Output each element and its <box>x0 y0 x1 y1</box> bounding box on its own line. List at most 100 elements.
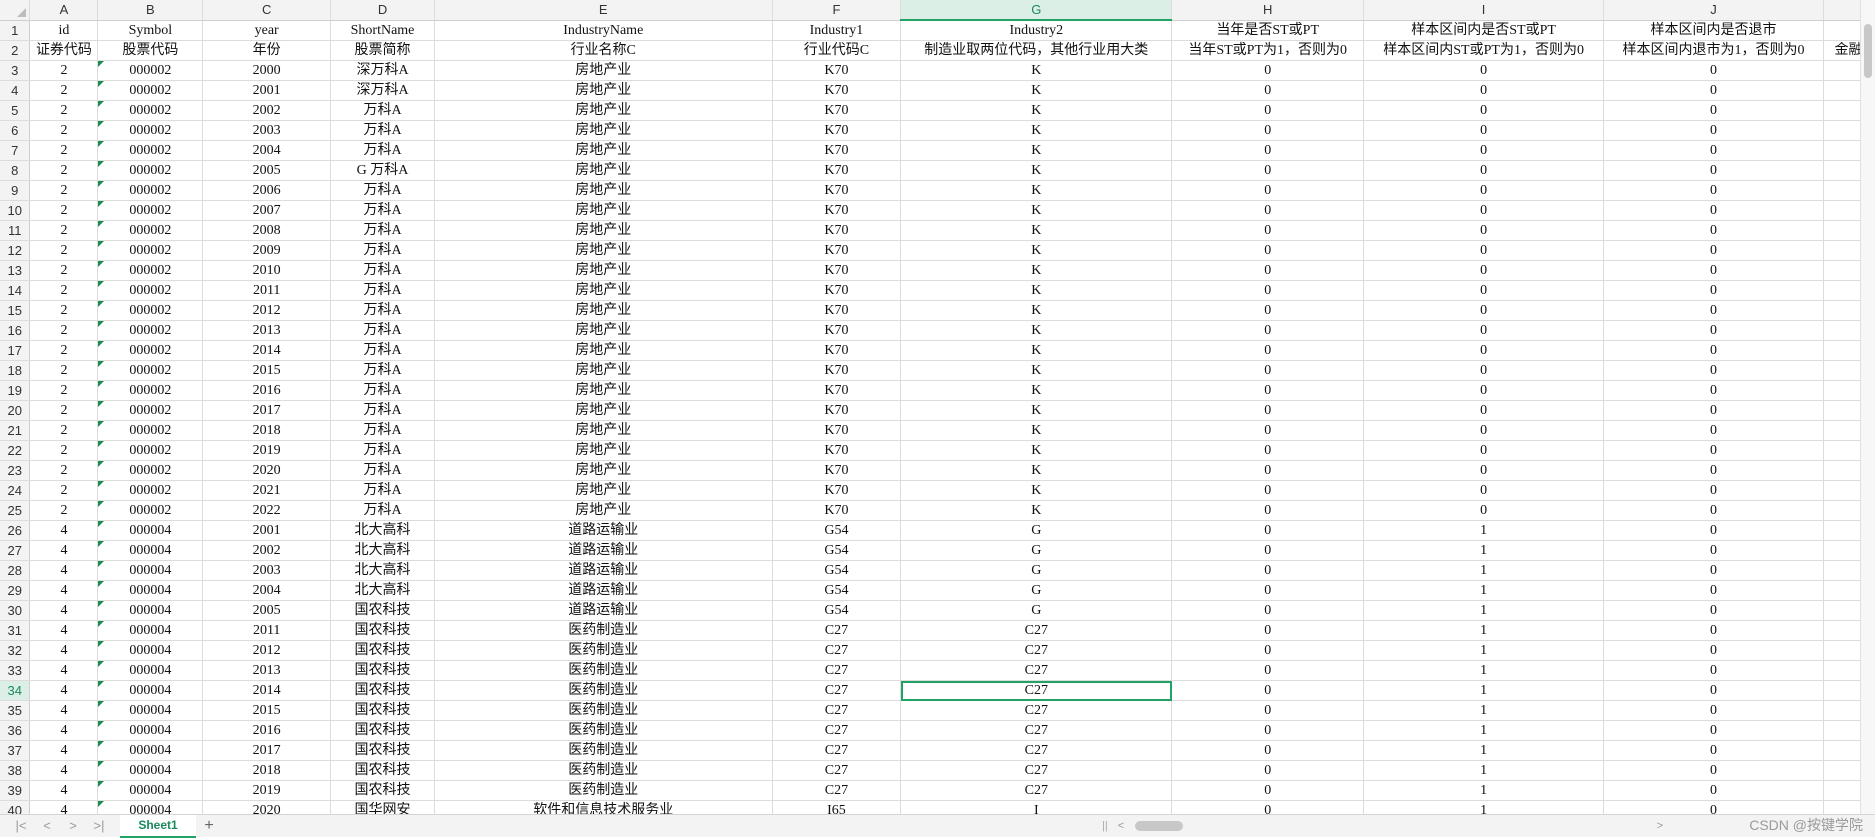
row-header[interactable]: 39 <box>0 780 31 801</box>
cell-j[interactable]: 0 <box>1603 760 1824 781</box>
cell-industry[interactable]: 道路运输业 <box>434 520 773 541</box>
cell-j[interactable]: 0 <box>1603 480 1824 501</box>
prev-sheet-button[interactable]: < <box>36 816 58 836</box>
cell-industry[interactable]: 房地产业 <box>434 240 773 261</box>
cell-short[interactable]: 万科A <box>330 100 435 121</box>
scroll-split-handle[interactable]: || <box>1102 819 1108 833</box>
cell-industry[interactable]: 道路运输业 <box>434 580 773 601</box>
cell-j[interactable]: 0 <box>1603 280 1824 301</box>
cell-j[interactable]: 0 <box>1603 800 1824 814</box>
cell-symbol[interactable]: 000002 <box>97 440 204 461</box>
cell-h[interactable]: 0 <box>1171 220 1365 241</box>
horizontal-scroll-thumb[interactable] <box>1135 821 1183 831</box>
cell-h[interactable]: 0 <box>1171 580 1365 601</box>
cell-h[interactable]: 0 <box>1171 320 1365 341</box>
cell-industry[interactable]: 房地产业 <box>434 160 773 181</box>
cell-j[interactable]: 0 <box>1603 80 1824 101</box>
cell-year[interactable]: 2010 <box>202 260 332 281</box>
row-header[interactable]: 37 <box>0 740 31 761</box>
cell-id[interactable]: 2 <box>29 240 99 261</box>
cell-j[interactable]: 0 <box>1603 240 1824 261</box>
cell-year[interactable]: 2005 <box>202 160 332 181</box>
column-header-e[interactable]: E <box>434 0 773 21</box>
cell-ind1[interactable]: C27 <box>772 700 902 721</box>
cell-industry[interactable]: 医药制造业 <box>434 620 773 641</box>
cell-symbol[interactable]: 000004 <box>97 640 204 661</box>
cell-h[interactable]: 0 <box>1171 700 1365 721</box>
cell-id[interactable]: 4 <box>29 760 99 781</box>
cell-i[interactable]: 0 <box>1363 160 1605 181</box>
cell-i[interactable]: 1 <box>1363 700 1605 721</box>
cell-ind1[interactable]: G54 <box>772 600 902 621</box>
cell-j[interactable]: 0 <box>1603 360 1824 381</box>
cell-short[interactable]: 万科A <box>330 180 435 201</box>
cell-year[interactable]: 2013 <box>202 320 332 341</box>
cell-ind1[interactable]: K70 <box>772 60 902 81</box>
vertical-scroll-thumb[interactable] <box>1864 24 1872 78</box>
cell-id[interactable]: 4 <box>29 540 99 561</box>
cell-j[interactable]: 0 <box>1603 100 1824 121</box>
cell-symbol[interactable]: 000002 <box>97 80 204 101</box>
row-header[interactable]: 36 <box>0 720 31 741</box>
cell-industry[interactable]: 医药制造业 <box>434 740 773 761</box>
cell-ind2[interactable]: Industry2 <box>900 20 1173 41</box>
cell-short[interactable]: 北大高科 <box>330 540 435 561</box>
cell-industry[interactable]: 房地产业 <box>434 60 773 81</box>
cell-ind2[interactable]: K <box>900 200 1173 221</box>
cell-short[interactable]: 国农科技 <box>330 680 435 701</box>
cell-j[interactable]: 0 <box>1603 660 1824 681</box>
cell-j[interactable]: 0 <box>1603 320 1824 341</box>
row-header[interactable]: 26 <box>0 520 31 541</box>
row-header[interactable]: 34 <box>0 680 31 701</box>
cell-year[interactable]: year <box>202 20 332 41</box>
cell-symbol[interactable]: 000002 <box>97 120 204 141</box>
cell-short[interactable]: 国农科技 <box>330 600 435 621</box>
cell-year[interactable]: 2004 <box>202 140 332 161</box>
row-header[interactable]: 9 <box>0 180 31 201</box>
cell-symbol[interactable]: 000002 <box>97 220 204 241</box>
cell-i[interactable]: 0 <box>1363 180 1605 201</box>
cell-year[interactable]: 2012 <box>202 640 332 661</box>
cell-id[interactable]: 2 <box>29 120 99 141</box>
cell-ind1[interactable]: C27 <box>772 640 902 661</box>
cell-i[interactable]: 0 <box>1363 140 1605 161</box>
row-header[interactable]: 8 <box>0 160 31 181</box>
cell-industry[interactable]: 房地产业 <box>434 460 773 481</box>
cell-symbol[interactable]: 000002 <box>97 500 204 521</box>
cell-year[interactable]: 2002 <box>202 100 332 121</box>
cell-industry[interactable]: 房地产业 <box>434 260 773 281</box>
cell-symbol[interactable]: 000002 <box>97 340 204 361</box>
cell-id[interactable]: 证券代码 <box>29 40 99 61</box>
last-sheet-button[interactable]: >| <box>88 816 110 836</box>
cell-i[interactable]: 0 <box>1363 300 1605 321</box>
column-header-a[interactable]: A <box>29 0 99 21</box>
cell-short[interactable]: 万科A <box>330 240 435 261</box>
cell-j[interactable]: 样本区间内退市为1，否则为0 <box>1603 40 1824 61</box>
cell-short[interactable]: 万科A <box>330 200 435 221</box>
cell-j[interactable]: 0 <box>1603 500 1824 521</box>
cell-industry[interactable]: 房地产业 <box>434 280 773 301</box>
cell-industry[interactable]: 房地产业 <box>434 420 773 441</box>
cell-symbol[interactable]: 000004 <box>97 720 204 741</box>
cell-ind2[interactable]: C27 <box>900 720 1173 741</box>
cell-short[interactable]: 北大高科 <box>330 560 435 581</box>
cell-industry[interactable]: 医药制造业 <box>434 680 773 701</box>
cell-h[interactable]: 0 <box>1171 100 1365 121</box>
cell-h[interactable]: 0 <box>1171 420 1365 441</box>
cell-year[interactable]: 2003 <box>202 120 332 141</box>
cell-id[interactable]: 4 <box>29 700 99 721</box>
cell-ind2[interactable]: G <box>900 540 1173 561</box>
cell-ind1[interactable]: K70 <box>772 340 902 361</box>
row-header[interactable]: 3 <box>0 60 31 81</box>
cell-i[interactable]: 1 <box>1363 560 1605 581</box>
column-header-j[interactable]: J <box>1603 0 1824 21</box>
cell-id[interactable]: 2 <box>29 60 99 81</box>
cell-i[interactable]: 1 <box>1363 740 1605 761</box>
cell-symbol[interactable]: 000004 <box>97 740 204 761</box>
cell-year[interactable]: 2009 <box>202 240 332 261</box>
cell-short[interactable]: 北大高科 <box>330 580 435 601</box>
row-header[interactable]: 28 <box>0 560 31 581</box>
cell-short[interactable]: 万科A <box>330 120 435 141</box>
cell-ind1[interactable]: K70 <box>772 360 902 381</box>
cell-year[interactable]: 2019 <box>202 440 332 461</box>
